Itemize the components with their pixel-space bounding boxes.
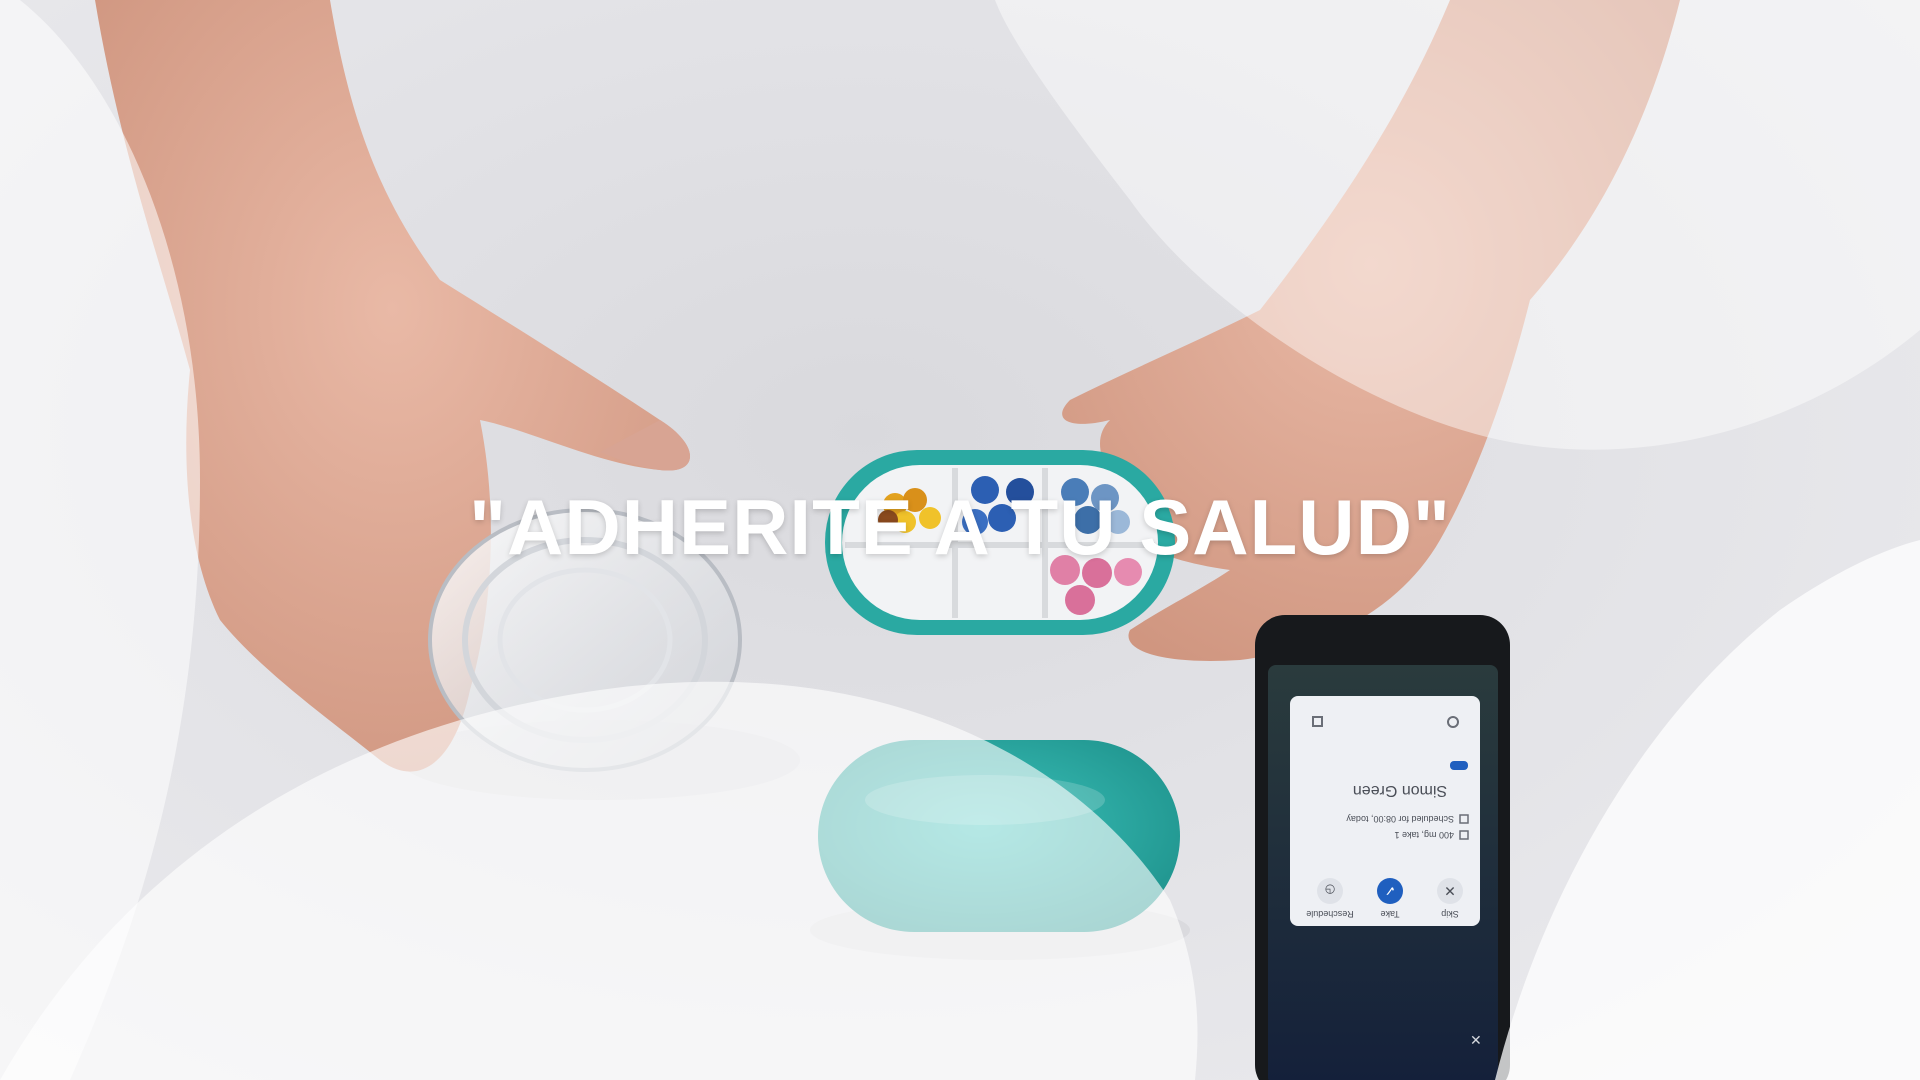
bottom-wave-shape [0,681,1198,1080]
bottom-right-wave-shape [1495,540,1920,1080]
photo-scene: Simon Green Scheduled for 08:00, today 4… [0,0,1920,1080]
headline-text: "ADHERITE A TU SALUD" [469,483,1451,571]
top-right-wave-shape [995,0,1920,450]
